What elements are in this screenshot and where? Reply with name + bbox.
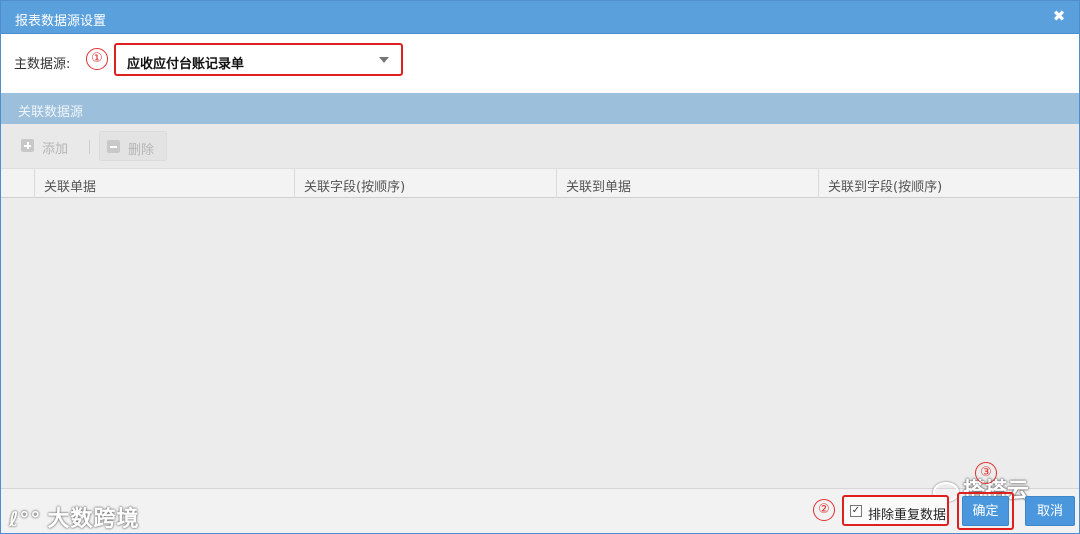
main-source-row: 主数据源: ① 应收应付台账记录单: [1, 34, 1079, 93]
cancel-button[interactable]: 取消: [1025, 496, 1075, 526]
close-icon[interactable]: ✖: [1051, 8, 1067, 24]
add-button-label: 添加: [42, 142, 69, 157]
add-button[interactable]: 添加: [14, 131, 84, 161]
related-grid-header: 关联单据 关联字段(按顺序) 关联到单据 关联到字段(按顺序): [1, 168, 1079, 198]
watermark-logo-icon: ℓ°°: [9, 507, 42, 531]
column-header-related-doc[interactable]: 关联单据: [34, 169, 294, 198]
annotation-marker-3: ③: [975, 462, 997, 484]
dialog-title: 报表数据源设置: [15, 14, 107, 29]
ok-button[interactable]: 确定: [962, 496, 1009, 526]
related-toolbar: 添加 删除: [1, 124, 1079, 168]
plus-icon: [21, 139, 34, 152]
column-header-related-fields[interactable]: 关联字段(按顺序): [294, 169, 556, 198]
annotation-marker-2: ②: [813, 499, 835, 521]
main-source-value: 应收应付台账记录单: [127, 57, 245, 72]
checkbox-checked-icon[interactable]: ✓: [850, 505, 862, 517]
exclude-duplicates-label: 排除重复数据: [868, 508, 947, 523]
annotation-marker-1: ①: [86, 48, 108, 70]
report-datasource-dialog: 报表数据源设置 ✖ 主数据源: ① 应收应付台账记录单 关联数据源 添加 删除 …: [0, 0, 1080, 534]
main-source-select[interactable]: 应收应付台账记录单: [114, 43, 403, 76]
minus-icon: [107, 140, 120, 153]
related-source-header: 关联数据源: [1, 93, 1079, 124]
dialog-titlebar: 报表数据源设置 ✖: [1, 1, 1079, 34]
delete-button-label: 删除: [128, 143, 155, 158]
column-header-target-doc[interactable]: 关联到单据: [556, 169, 818, 198]
related-grid-body[interactable]: [1, 198, 1079, 488]
main-source-label: 主数据源:: [14, 57, 71, 72]
chevron-down-icon[interactable]: [379, 57, 389, 63]
delete-button[interactable]: 删除: [99, 131, 167, 161]
dialog-footer: ℓ°° 大数跨境 搭搭云 ② ✓ 排除重复数据 ③ 确定 取消: [1, 462, 1079, 533]
toolbar-divider: [89, 140, 90, 154]
column-header-target-fields[interactable]: 关联到字段(按顺序): [818, 169, 1079, 198]
exclude-duplicates-checkbox[interactable]: ✓ 排除重复数据: [842, 495, 949, 526]
row-number-header: [1, 169, 34, 198]
watermark-left: ℓ°° 大数跨境: [9, 507, 140, 532]
related-source-title: 关联数据源: [18, 105, 84, 120]
